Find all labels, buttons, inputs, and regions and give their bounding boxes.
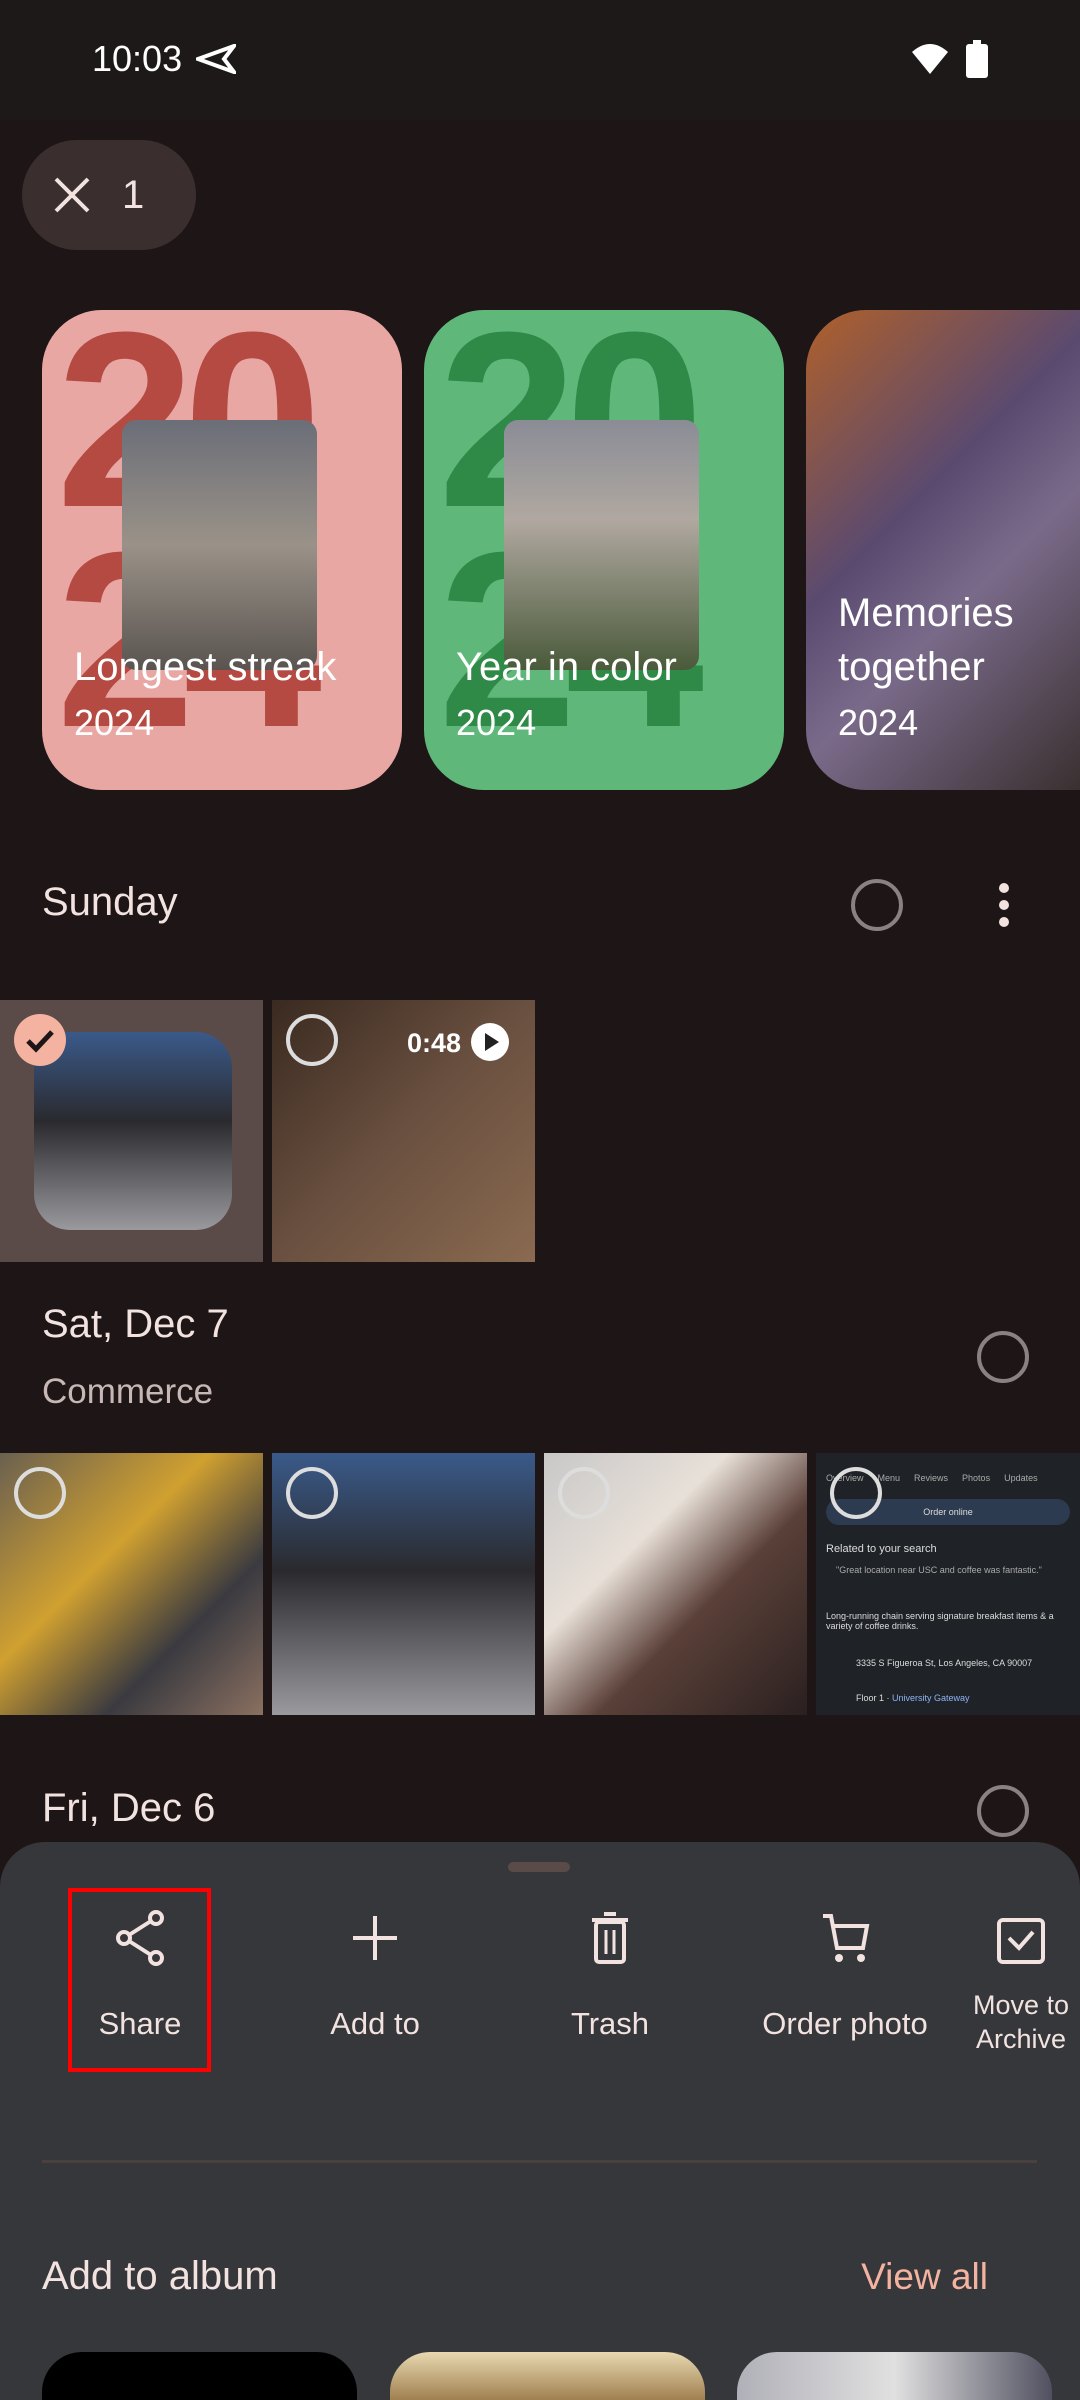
status-bar: 10:03 [0,0,1080,120]
selection-pill[interactable]: 1 [22,140,196,250]
screenshot-tile[interactable]: Overview Menu Reviews Photos Updates Order o… [816,1453,1080,1715]
select-circle[interactable] [14,1467,66,1519]
photo-tile[interactable] [0,1453,263,1715]
trash-label: Trash [570,2006,650,2041]
trash-icon [592,1912,628,1964]
selected-count: 1 [122,172,145,217]
wifi-icon [912,44,948,74]
description: Long-running chain serving signature bre… [826,1611,1054,1631]
album-thumb[interactable] [42,2352,357,2400]
close-icon[interactable] [52,175,92,215]
place-link: University Gateway [892,1693,970,1703]
drag-handle[interactable] [508,1862,570,1872]
more-options-icon[interactable] [994,880,1014,930]
section-location: Commerce [42,1372,214,1411]
checkmark-icon[interactable] [14,1014,66,1066]
related-heading: Related to your search [826,1543,937,1555]
address: 3335 S Figueroa St, Los Angeles, CA 9000… [856,1658,1033,1668]
review-quote: "Great location near USC and coffee was … [836,1565,1042,1575]
play-icon [471,1023,509,1061]
memory-title: Longest streak [74,645,337,689]
view-all-link[interactable]: View all [861,2256,988,2298]
archive-button[interactable]: Move to Archive [962,1910,1080,2056]
section-title-sunday: Sunday [42,880,178,924]
order-photo-label: Order photo [762,2006,928,2041]
plus-icon [353,1916,397,1960]
order-photo-button[interactable]: Order photo [735,1910,955,2042]
select-all-dec6[interactable] [977,1785,1029,1837]
floor: Floor 1 · [856,1693,893,1703]
photo-tile[interactable] [272,1453,535,1715]
memory-title: Year in color [456,645,677,689]
share-button[interactable]: Share [30,1910,250,2042]
memory-card-longest-streak[interactable]: 2024 Longest streak 2024 [42,310,402,790]
video-tile[interactable]: 0:48 [272,1000,535,1262]
memory-photo [122,420,317,670]
archive-icon [997,1918,1045,1964]
send-icon [196,44,236,74]
cart-icon [823,1914,870,1962]
video-duration: 0:48 [407,1028,462,1058]
photo-tile-selected[interactable] [0,1000,263,1262]
add-to-album-heading: Add to album [42,2254,278,2298]
battery-icon [966,40,988,78]
memory-card-year-in-color[interactable]: 2024 Year in color 2024 [424,310,784,790]
trash-button[interactable]: Trash [500,1910,720,2042]
clock: 10:03 [92,38,183,79]
select-all-sunday[interactable] [851,879,903,931]
select-all-dec7[interactable] [977,1331,1029,1383]
add-to-label: Add to [330,2006,420,2041]
album-thumb[interactable] [737,2352,1052,2400]
share-icon [116,1910,164,1966]
photo-tile[interactable] [544,1453,807,1715]
archive-label: Move to Archive [972,1990,1070,2054]
memory-card-memories-together[interactable]: Memories together 2024 [806,310,1080,790]
album-thumb[interactable] [390,2352,705,2400]
section-title-dec6: Fri, Dec 6 [42,1786,216,1830]
memory-year: 2024 [838,702,919,743]
memory-photo [504,420,699,670]
add-to-button[interactable]: Add to [265,1910,485,2042]
memory-year: 2024 [74,702,155,743]
share-label: Share [98,2006,182,2041]
memory-title: Memories together [838,591,1014,689]
memory-year: 2024 [456,702,537,743]
select-circle[interactable] [830,1467,882,1519]
select-circle[interactable] [558,1467,610,1519]
select-circle[interactable] [286,1014,338,1066]
section-title-dec7: Sat, Dec 7 [42,1302,229,1346]
divider [42,2160,1037,2163]
select-circle[interactable] [286,1467,338,1519]
